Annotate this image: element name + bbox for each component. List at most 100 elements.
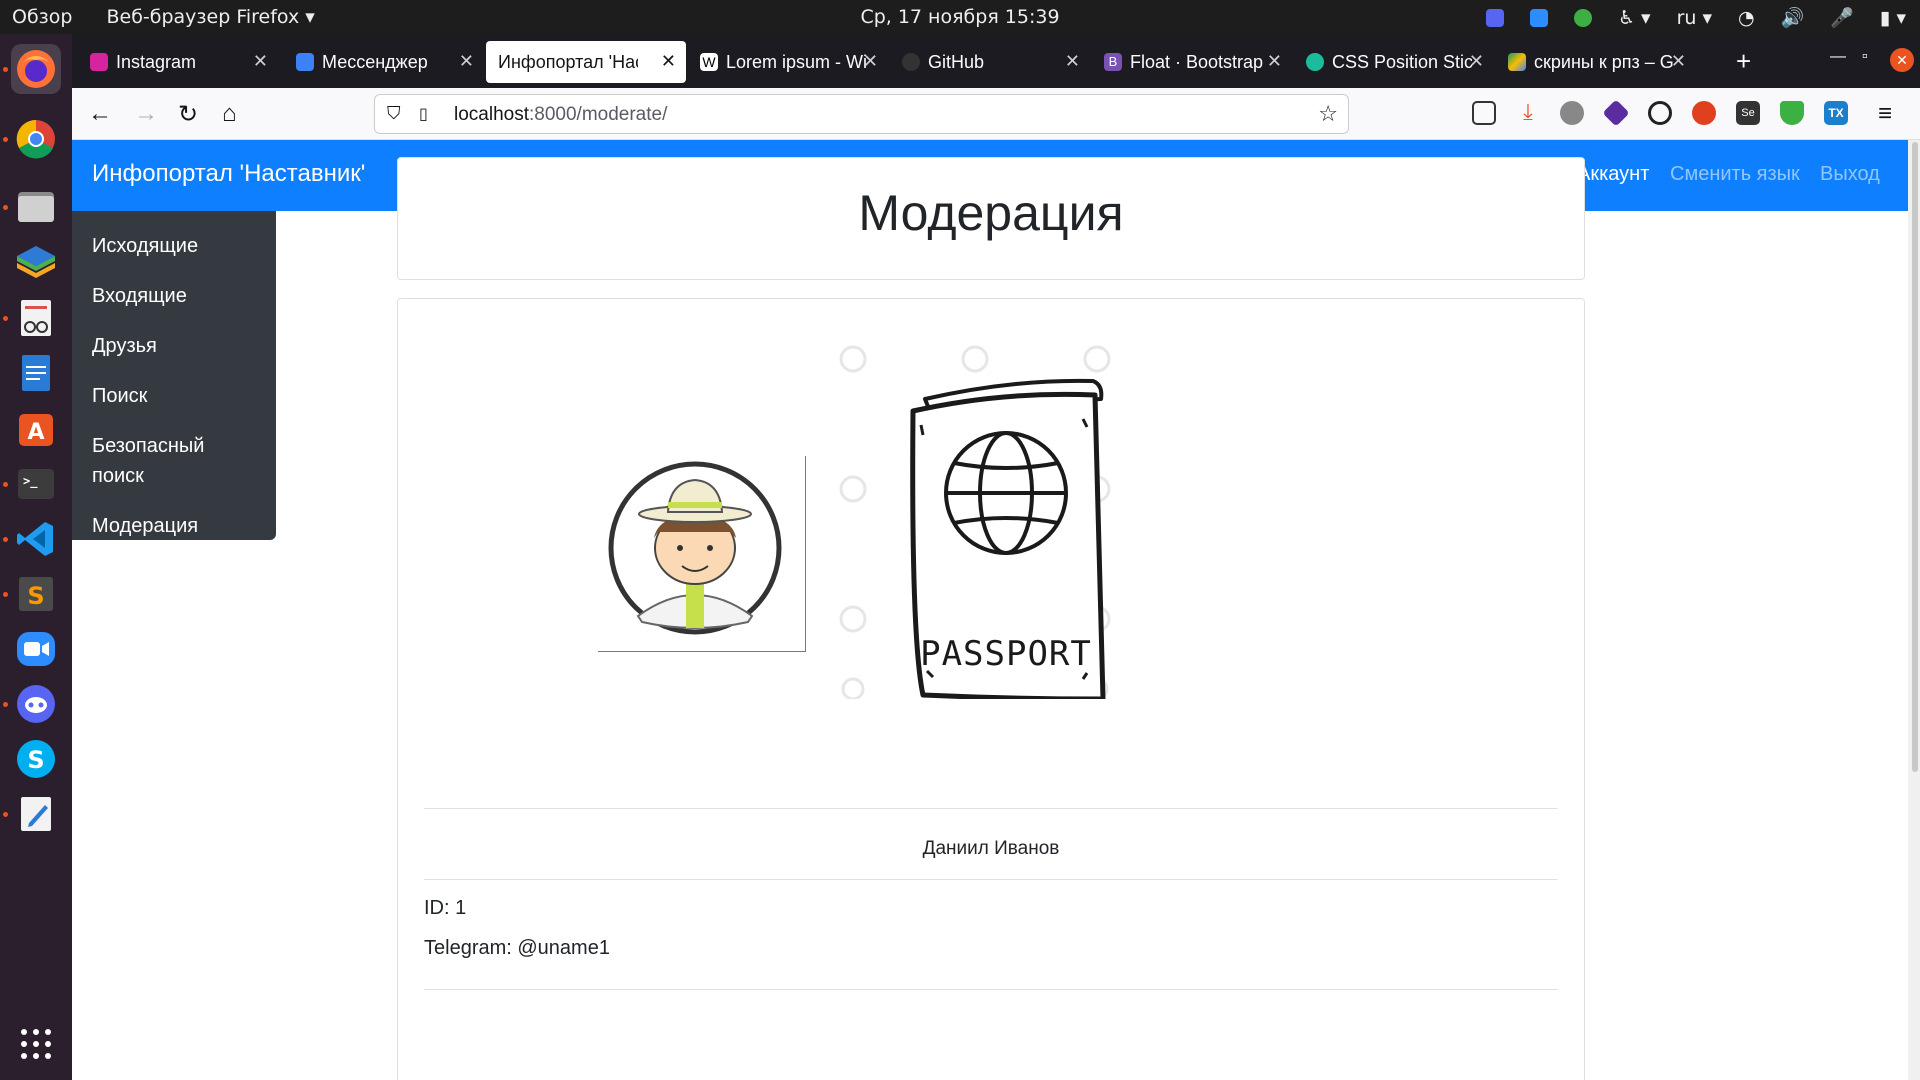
files-dock-icon[interactable] — [11, 182, 61, 232]
tab-css-position-sticky[interactable]: CSS Position Sticky ✕ — [1294, 41, 1494, 83]
wifi-icon[interactable]: ◔ — [1738, 7, 1755, 29]
maximize-icon[interactable]: ▫ — [1862, 48, 1868, 66]
svg-text:S: S — [27, 582, 44, 610]
url-host: localhost — [454, 104, 529, 125]
chrome-dock-icon[interactable] — [11, 114, 61, 164]
divider — [424, 879, 1558, 880]
discord-dock-icon[interactable] — [11, 679, 61, 729]
extension-diamond-icon[interactable] — [1602, 99, 1630, 127]
bootstrap-icon: B — [1104, 53, 1122, 71]
minimize-icon[interactable]: — — [1830, 48, 1846, 66]
passport-image: PASSPORT — [833, 339, 1133, 702]
software-center-dock-icon[interactable]: A — [11, 404, 61, 454]
page-icon[interactable]: ▯ — [419, 104, 428, 124]
close-tab-icon[interactable]: ✕ — [1065, 51, 1080, 72]
divider — [424, 808, 1558, 809]
menu-icon[interactable]: ≡ — [1878, 100, 1892, 128]
back-icon[interactable]: ← — [88, 100, 112, 128]
shield-tray-icon[interactable] — [1573, 8, 1592, 27]
tab-bootstrap-float[interactable]: B Float · Bootstrap ✕ — [1092, 41, 1292, 83]
tab-title: скрины к рпз – Google Drive — [1534, 51, 1674, 72]
wikipedia-icon: W — [700, 53, 718, 71]
navigation-toolbar: ← → ↻ ⌂ ⛉ ▯ localhost:8000/moderate/ ☆ ⤓… — [72, 88, 1920, 140]
close-tab-icon[interactable]: ✕ — [661, 51, 676, 72]
sidebar-item-search[interactable]: Поиск — [72, 371, 276, 421]
tracking-shield-icon[interactable]: ⛉ — [387, 103, 401, 124]
logout-link[interactable]: Выход — [1820, 163, 1880, 186]
zoom-tray-icon[interactable] — [1529, 8, 1548, 27]
site-brand[interactable]: Инфопортал 'Наставник' — [92, 160, 365, 188]
scrollbar-thumb[interactable] — [1912, 142, 1918, 772]
svg-text:>_: >_ — [23, 474, 38, 489]
firefox-window: Instagram ✕ Мессенджер ✕ Инфопортал 'Нас… — [72, 34, 1920, 1080]
discord-tray-icon[interactable] — [1485, 8, 1504, 27]
ubuntu-dock: A >_ S S — [0, 34, 72, 1080]
moderation-card: PASSPORT Даниил Иванов ID: 1 Telegram: @… — [397, 298, 1585, 1080]
extension-red-icon[interactable] — [1692, 101, 1716, 125]
terminal-dock-icon[interactable]: >_ — [11, 459, 61, 509]
pocket-icon[interactable] — [1472, 101, 1496, 125]
clock[interactable]: Ср, 17 ноября 15:39 — [860, 6, 1059, 28]
address-bar[interactable]: ⛉ ▯ localhost:8000/moderate/ ☆ — [374, 94, 1349, 134]
close-tab-icon[interactable]: ✕ — [253, 51, 268, 72]
tab-wikipedia[interactable]: W Lorem ipsum - Wikipedia ✕ — [688, 41, 888, 83]
text-editor-dock-icon[interactable] — [11, 789, 61, 839]
profile-extension-icon[interactable] — [1560, 101, 1584, 125]
sidebar-item-moderation[interactable]: Модерация — [72, 501, 276, 551]
new-tab-button[interactable]: + — [1736, 46, 1751, 77]
tx-extension-icon[interactable]: TX — [1824, 101, 1848, 125]
vscode-dock-icon[interactable] — [11, 514, 61, 564]
svg-text:A: A — [27, 420, 44, 445]
sublime-dock-icon[interactable]: S — [11, 569, 61, 619]
tab-infoportal[interactable]: Инфопортал 'Наставник' ✕ — [486, 41, 686, 83]
tab-title: CSS Position Sticky — [1332, 51, 1472, 72]
close-tab-icon[interactable]: ✕ — [863, 51, 878, 72]
bookmark-star-icon[interactable]: ☆ — [1318, 101, 1338, 127]
tab-github[interactable]: GitHub ✕ — [890, 41, 1090, 83]
downloads-icon[interactable]: ⤓ — [1516, 101, 1540, 125]
change-language-link[interactable]: Сменить язык — [1670, 163, 1800, 186]
user-name: Даниил Иванов — [922, 838, 1060, 859]
skype-dock-icon[interactable]: S — [11, 734, 61, 784]
adblock-shield-icon[interactable] — [1780, 101, 1804, 125]
close-window-icon[interactable]: ✕ — [1890, 48, 1914, 72]
sidebar-item-safe-search[interactable]: Безопасный поиск — [72, 421, 276, 501]
close-tab-icon[interactable]: ✕ — [1469, 51, 1484, 72]
sidebar-item-outgoing[interactable]: Исходящие — [72, 221, 276, 271]
tab-title: GitHub — [928, 51, 985, 72]
url-text[interactable]: localhost:8000/moderate/ — [454, 104, 667, 126]
sidebar-item-friends[interactable]: Друзья — [72, 321, 276, 371]
firefox-dock-icon[interactable] — [11, 44, 61, 94]
accessibility-icon[interactable]: ♿ ▾ — [1618, 7, 1651, 29]
tab-title: Float · Bootstrap — [1130, 51, 1264, 72]
user-id: ID: 1 — [424, 897, 467, 919]
microphone-icon[interactable]: 🎤 — [1830, 6, 1854, 29]
selenium-icon[interactable]: Se — [1736, 101, 1760, 125]
tab-messenger[interactable]: Мессенджер ✕ — [284, 41, 484, 83]
layers-app-dock-icon[interactable] — [11, 238, 61, 288]
close-tab-icon[interactable]: ✕ — [1671, 51, 1686, 72]
close-tab-icon[interactable]: ✕ — [1267, 51, 1282, 72]
svg-text:S: S — [27, 746, 44, 774]
tab-strip: Instagram ✕ Мессенджер ✕ Инфопортал 'Нас… — [72, 34, 1920, 88]
language-indicator[interactable]: ru ▾ — [1677, 7, 1712, 29]
page-title: Модерация — [858, 185, 1124, 241]
writer-dock-icon[interactable] — [11, 348, 61, 398]
document-viewer-dock-icon[interactable] — [11, 293, 61, 343]
tab-instagram[interactable]: Instagram ✕ — [78, 41, 278, 83]
home-icon[interactable]: ⌂ — [222, 100, 237, 128]
forward-icon[interactable]: → — [134, 100, 158, 128]
volume-icon[interactable]: 🔊 — [1781, 6, 1805, 29]
show-apps-icon[interactable] — [11, 1019, 61, 1069]
close-tab-icon[interactable]: ✕ — [459, 51, 474, 72]
battery-icon[interactable]: ▮ ▾ — [1880, 7, 1906, 29]
page-scrollbar[interactable] — [1908, 140, 1920, 1080]
sidebar-item-incoming[interactable]: Входящие — [72, 271, 276, 321]
url-path: :8000/moderate/ — [529, 104, 668, 125]
tab-google-drive[interactable]: скрины к рпз – Google Drive ✕ — [1496, 41, 1696, 83]
zoom-dock-icon[interactable] — [11, 624, 61, 674]
instagram-icon — [90, 53, 108, 71]
extension-link-icon[interactable] — [1648, 101, 1672, 125]
reload-icon[interactable]: ↻ — [178, 100, 198, 129]
account-link[interactable]: Аккаунт — [1577, 163, 1649, 186]
